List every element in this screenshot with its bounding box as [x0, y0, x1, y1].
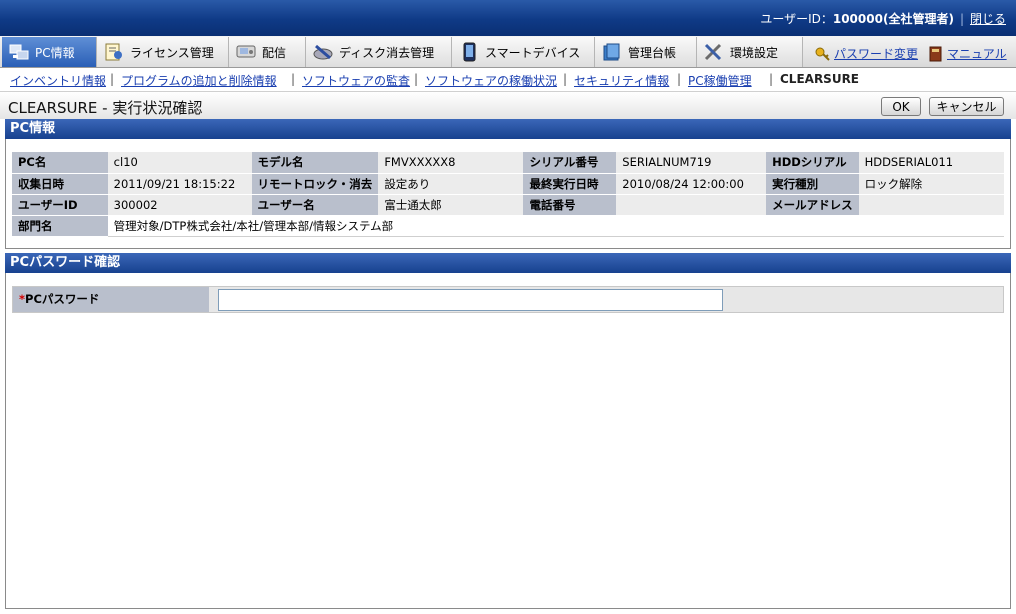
user-name-label: ユーザー名: [251, 194, 379, 216]
tab-label: PC情報: [35, 45, 75, 60]
remote-lock-erase-value: 設定あり: [378, 173, 524, 195]
department-value: 管理対象/DTP株式会社/本社/管理本部/情報システム部: [107, 215, 1004, 237]
manual-link[interactable]: マニュアル: [928, 45, 1007, 62]
page-title: CLEARSURE - 実行状況確認: [8, 99, 203, 117]
settings-tools-icon: [703, 42, 725, 62]
disk-erase-icon: [312, 42, 334, 62]
pc-network-icon: [8, 42, 30, 62]
subnav-software-audit[interactable]: ソフトウェアの監査: [302, 72, 410, 89]
pc-password-heading: PCパスワード確認: [5, 253, 1011, 273]
remote-lock-erase-label: リモートロック・消去: [251, 173, 379, 195]
email-address-label: メールアドレス: [766, 194, 859, 216]
tab-settings[interactable]: 環境設定: [697, 37, 803, 67]
user-id-field-value: 300002: [107, 194, 252, 216]
model-name-value: FMVXXXXX8: [378, 152, 524, 174]
subnav-inventory[interactable]: インベントリ情報: [10, 72, 106, 89]
header-separator: |: [959, 12, 964, 26]
cancel-button[interactable]: キャンセル: [929, 97, 1004, 116]
tab-label: 管理台帳: [628, 45, 677, 60]
tab-pc-info[interactable]: PC情報: [2, 37, 97, 67]
top-header-bar: ユーザーID：100000(全社管理者) | 閉じる: [0, 0, 1016, 36]
password-change-link[interactable]: パスワード変更: [815, 45, 918, 62]
table-row: ユーザーID 300002 ユーザー名 富士通太郎 電話番号 メールアドレス: [12, 194, 1004, 216]
license-icon: [103, 42, 125, 62]
subnav-pc-operation[interactable]: PC稼働管理: [688, 72, 752, 89]
collected-at-value: 2011/09/21 18:15:22: [107, 173, 252, 195]
model-name-label: モデル名: [251, 152, 379, 174]
user-id-field-label: ユーザーID: [12, 194, 108, 216]
ledger-icon: [601, 42, 623, 62]
pc-info-heading: PC情報: [5, 119, 1011, 139]
subnav-security-info[interactable]: セキュリティ情報: [574, 72, 669, 89]
smart-device-icon: [458, 42, 480, 62]
ok-button[interactable]: OK: [881, 97, 921, 116]
phone-number-value: [616, 194, 767, 216]
subnav-separator: |: [291, 72, 296, 86]
hdd-serial-value: HDDSERIAL011: [858, 152, 1004, 174]
page-title-bar: CLEARSURE - 実行状況確認 OK キャンセル: [0, 91, 1016, 119]
last-executed-label: 最終実行日時: [523, 173, 617, 195]
pc-info-table: PC名 cl10 モデル名 FMVXXXXX8 シリアル番号 SERIALNUM…: [12, 152, 1004, 237]
pc-password-input[interactable]: [218, 289, 723, 311]
tab-label: ディスク消去管理: [339, 45, 435, 60]
serial-number-label: シリアル番号: [523, 152, 617, 174]
main-tab-bar: PC情報 ライセンス管理 配信 ディスク消去管理 スマートデバイス 管理台帳 環…: [0, 36, 1016, 68]
user-info: ユーザーID：100000(全社管理者) | 閉じる: [760, 10, 1006, 27]
user-name-value: 富士通太郎: [378, 194, 524, 216]
user-id-value: 100000(全社管理者): [832, 12, 954, 26]
tab-label: ライセンス管理: [130, 45, 214, 60]
pc-password-panel: [5, 273, 1011, 609]
key-icon: [815, 46, 831, 62]
subnav-separator: |: [110, 72, 115, 86]
tab-smart-device[interactable]: スマートデバイス: [452, 37, 595, 67]
sub-navigation: インベントリ情報 | プログラムの追加と削除情報 | ソフトウェアの監査 | ソ…: [0, 68, 1016, 91]
subnav-separator: |: [769, 72, 774, 86]
pc-password-label: *PCパスワード: [13, 287, 209, 312]
execution-type-label: 実行種別: [766, 173, 859, 195]
tab-license[interactable]: ライセンス管理: [97, 37, 229, 67]
subnav-current-clearsure: CLEARSURE: [780, 72, 860, 86]
pc-password-row: *PCパスワード: [12, 286, 1004, 313]
table-row: 収集日時 2011/09/21 18:15:22 リモートロック・消去 設定あり…: [12, 173, 1004, 195]
email-address-value: [858, 194, 1004, 216]
pc-name-value: cl10: [107, 152, 252, 174]
execution-type-value: ロック解除: [858, 173, 1004, 195]
distribution-icon: [235, 42, 257, 62]
manual-book-icon: [928, 46, 944, 62]
user-id-label: ユーザーID：: [760, 12, 833, 26]
table-row: 部門名 管理対象/DTP株式会社/本社/管理本部/情報システム部: [12, 215, 1004, 237]
tab-label: 環境設定: [730, 45, 779, 60]
collected-at-label: 収集日時: [12, 173, 108, 195]
phone-number-label: 電話番号: [523, 194, 617, 216]
table-row: PC名 cl10 モデル名 FMVXXXXX8 シリアル番号 SERIALNUM…: [12, 152, 1004, 174]
last-executed-value: 2010/08/24 12:00:00: [616, 173, 767, 195]
pc-password-label-text: PCパスワード: [25, 292, 100, 306]
hdd-serial-label: HDDシリアル: [766, 152, 859, 174]
tab-label: スマートデバイス: [485, 45, 581, 60]
tab-label: 配信: [262, 45, 287, 60]
manual-label: マニュアル: [947, 47, 1007, 61]
tab-distribution[interactable]: 配信: [229, 37, 306, 67]
close-link[interactable]: 閉じる: [970, 12, 1006, 26]
subnav-separator: |: [563, 72, 568, 86]
serial-number-value: SERIALNUM719: [616, 152, 767, 174]
subnav-separator: |: [414, 72, 419, 86]
password-change-label: パスワード変更: [834, 47, 919, 61]
subnav-program-add-remove[interactable]: プログラムの追加と削除情報: [121, 72, 277, 89]
pc-name-label: PC名: [12, 152, 108, 174]
department-label: 部門名: [12, 215, 108, 237]
subnav-software-usage[interactable]: ソフトウェアの稼働状況: [425, 72, 557, 89]
tab-disk-erase[interactable]: ディスク消去管理: [306, 37, 452, 67]
subnav-separator: |: [677, 72, 682, 86]
tab-ledger[interactable]: 管理台帳: [595, 37, 697, 67]
